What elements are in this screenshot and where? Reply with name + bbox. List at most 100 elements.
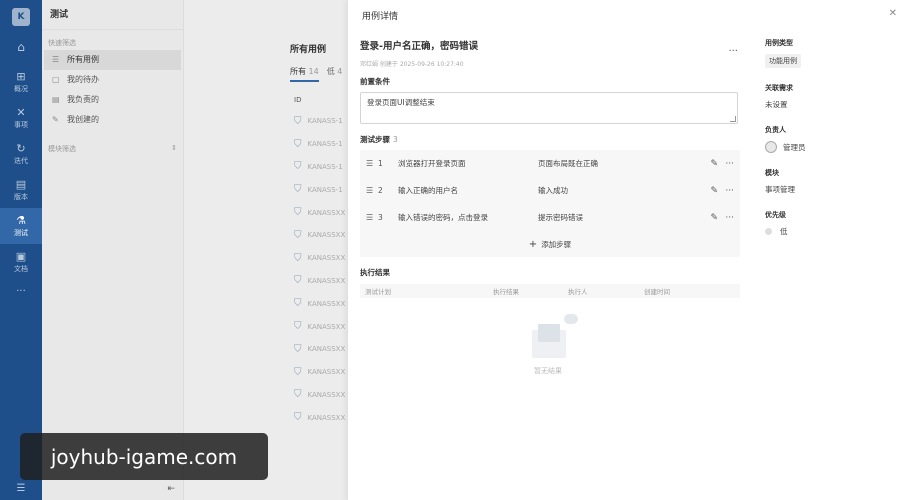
case-title[interactable]: 登录-用户名正确，密码错误 <box>360 38 740 52</box>
step-expected[interactable]: 页面布局既在正确 <box>538 158 708 169</box>
shield-check-icon: ⛉ <box>294 366 302 378</box>
shield-check-icon: ⛉ <box>294 138 302 150</box>
case-detail-drawer: 用例详情 ✕ 登录-用户名正确，密码错误 ··· 邓红娟 创建于 2025-09… <box>348 0 909 500</box>
case-main: 登录-用户名正确，密码错误 ··· 邓红娟 创建于 2025-09-26 10:… <box>360 38 740 298</box>
list-rows: ⛉ KANASS-1 ⛉ KANASS-1 ⛉ KANASS-1 ⛉ KANASS-1 ⛉ KAN… <box>294 110 345 429</box>
row-id: KANASS-1 <box>307 185 343 194</box>
tab-low[interactable]: 低 4 <box>327 66 343 82</box>
owner-field[interactable]: 管理员 <box>765 141 895 153</box>
exec-table-header: 测试计划 执行结果 执行人 创建时间 <box>360 284 740 298</box>
table-row[interactable]: ⛉ KANASSXX <box>294 224 345 247</box>
nav-test[interactable]: ⚗ 测试 <box>0 208 42 244</box>
module-field[interactable]: 事项管理 <box>765 184 895 195</box>
drag-handle-icon[interactable]: ☰ <box>366 186 376 195</box>
table-row[interactable]: ⛉ KANASS-1 <box>294 156 345 179</box>
table-row[interactable]: ⛉ KANASSXX <box>294 292 345 315</box>
home-icon[interactable]: ⌂ <box>13 40 29 56</box>
steps-count: 3 <box>393 135 398 144</box>
steps-label: 测试步骤 3 <box>360 134 740 145</box>
tab-all[interactable]: 所有 14 <box>290 66 319 82</box>
table-row[interactable]: ⛉ KANASS-1 <box>294 178 345 201</box>
edit-icon[interactable]: ✎ <box>710 213 718 223</box>
table-row[interactable]: ⛉ KANASSXX <box>294 361 345 384</box>
table-row[interactable]: ⛉ KANASSXX <box>294 338 345 361</box>
tab-label: 所有 <box>290 67 306 76</box>
more-icon[interactable]: ··· <box>725 159 734 169</box>
row-id: KANASSXX <box>307 413 346 422</box>
nav-overview[interactable]: ⊞ 概况 <box>0 64 42 100</box>
owner-label: 负责人 <box>765 126 786 134</box>
nav-more-button[interactable]: ··· <box>16 286 26 297</box>
list-title: 所有用例 <box>290 45 327 55</box>
step-number: 3 <box>378 213 383 222</box>
row-id: KANASSXX <box>307 254 346 263</box>
workspace-avatar[interactable]: K <box>12 8 30 26</box>
more-actions-icon[interactable]: ··· <box>728 46 738 57</box>
nav-versions[interactable]: ▤ 版本 <box>0 172 42 208</box>
step-expected[interactable]: 提示密码错误 <box>538 212 708 223</box>
test-sidebar: 测试 快速筛选 ☰ 所有用例 ▢ 我的待办 ▤ 我负责的 ✎ 我创建的 模块筛选… <box>42 0 184 500</box>
step-description[interactable]: 浏览器打开登录页面 <box>398 158 538 169</box>
quick-filter-label: 快速筛选 <box>48 39 76 47</box>
app-nav: K ⌂ ⊞ 概况 ✕ 事项 ↻ 迭代 ▤ 版本 ⚗ 测试 ▣ 文档 ··· ☰ <box>0 0 42 500</box>
case-list-content: 所有用例 所有 14 低 4 ID ⛉ KANASS-1 ⛉ KANASS-1 ⛉ KAN… <box>184 0 348 500</box>
drag-handle-icon[interactable]: ☰ <box>366 159 376 168</box>
row-id: KANASSXX <box>307 368 346 377</box>
table-row[interactable]: ⛉ KANASS-1 <box>294 133 345 156</box>
priority-field[interactable]: 低 <box>765 226 895 237</box>
table-row[interactable]: ⛉ KANASSXX <box>294 247 345 270</box>
table-row[interactable]: ⛉ KANASS-1 <box>294 110 345 133</box>
col-executor: 执行人 <box>568 288 588 296</box>
row-id: KANASSXX <box>307 231 346 240</box>
requirement-field[interactable]: 未设置 <box>765 99 895 110</box>
step-description[interactable]: 输入错误的密码，点击登录 <box>398 212 538 223</box>
nav-docs[interactable]: ▣ 文档 <box>0 244 42 280</box>
nav-issues[interactable]: ✕ 事项 <box>0 100 42 136</box>
nav-label: 测试 <box>14 228 28 237</box>
sidebar-item-all-cases[interactable]: ☰ 所有用例 <box>44 50 181 70</box>
priority-dot-icon <box>765 228 772 235</box>
row-id: KANASSXX <box>307 345 346 354</box>
menu-icon[interactable]: ☰ <box>17 483 26 494</box>
more-icon[interactable]: ··· <box>725 186 734 196</box>
table-row[interactable]: ⛉ KANASSXX <box>294 270 345 293</box>
step-expected[interactable]: 输入成功 <box>538 185 708 196</box>
module-filter-heading[interactable]: 模块筛选 ⇕ <box>42 130 183 156</box>
row-id: KANASSXX <box>307 390 346 399</box>
shield-check-icon: ⛉ <box>294 412 302 424</box>
precondition-textarea[interactable]: 登录页面UI调整结束 <box>360 92 738 124</box>
empty-state: 暂无结果 <box>518 314 578 376</box>
type-field[interactable]: 功能用例 <box>765 54 895 68</box>
shield-check-icon: ⛉ <box>294 275 302 287</box>
sidebar-item-my-todo[interactable]: ▢ 我的待办 <box>44 70 181 90</box>
step-row: ☰ 1 浏览器打开登录页面 页面布局既在正确 ✎ ··· <box>360 150 740 177</box>
case-properties: 用例类型 功能用例 关联需求 未设置 负责人 管理员 模块 事项管理 优先级 低 <box>765 38 895 252</box>
tab-count: 4 <box>337 67 343 76</box>
nav-label: 事项 <box>14 120 28 129</box>
row-id: KANASS-1 <box>307 117 343 126</box>
step-description[interactable]: 输入正确的用户名 <box>398 185 538 196</box>
col-created-time: 创建时间 <box>644 288 670 296</box>
list-tabs: 所有 14 低 4 <box>290 66 342 82</box>
sidebar-item-my-owned[interactable]: ▤ 我负责的 <box>44 90 181 110</box>
drag-handle-icon[interactable]: ☰ <box>366 213 376 222</box>
expand-icon[interactable]: ⇕ <box>171 144 177 154</box>
shield-check-icon: ⛉ <box>294 207 302 219</box>
collapse-sidebar-icon[interactable]: ⇤ <box>167 484 175 494</box>
edit-icon[interactable]: ✎ <box>710 186 718 196</box>
table-row[interactable]: ⛉ KANASSXX <box>294 406 345 429</box>
edit-icon[interactable]: ✎ <box>710 159 718 169</box>
table-row[interactable]: ⛉ KANASSXX <box>294 315 345 338</box>
shield-check-icon: ⛉ <box>294 389 302 401</box>
more-icon[interactable]: ··· <box>725 213 734 223</box>
step-number: 2 <box>378 186 383 195</box>
table-row[interactable]: ⛉ KANASSXX <box>294 201 345 224</box>
sidebar-item-my-created[interactable]: ✎ 我创建的 <box>44 110 181 130</box>
add-step-button[interactable]: + 添加步骤 <box>360 231 740 257</box>
close-icon[interactable]: ✕ <box>889 8 897 19</box>
nav-iterations[interactable]: ↻ 迭代 <box>0 136 42 172</box>
shield-check-icon: ⛉ <box>294 184 302 196</box>
table-row[interactable]: ⛉ KANASSXX <box>294 384 345 407</box>
shield-check-icon: ⛉ <box>294 229 302 241</box>
priority-label: 优先级 <box>765 211 786 219</box>
